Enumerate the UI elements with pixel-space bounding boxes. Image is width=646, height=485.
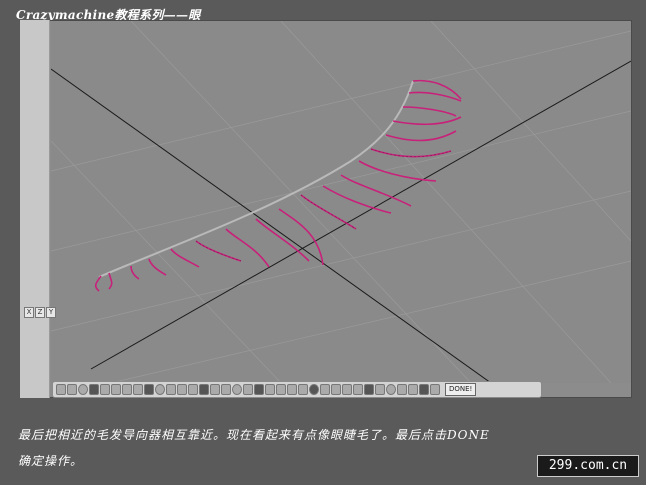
color-icon[interactable] — [353, 384, 363, 395]
caption-line-1: 最后把相近的毛发导向器相互靠近。现在看起来有点像眼睫毛了。最后点击DONE — [18, 428, 490, 442]
curve-tool-icon[interactable] — [67, 384, 77, 395]
3d-viewport[interactable] — [51, 21, 631, 383]
stack-icon[interactable] — [375, 384, 385, 395]
knot-icon[interactable] — [276, 384, 286, 395]
caption: 最后把相近的毛发导向器相互靠近。现在看起来有点像眼睫毛了。最后点击DONE 确定… — [18, 422, 618, 474]
axis-line — [51, 68, 492, 383]
lock-icon[interactable] — [364, 384, 374, 395]
hair-guide-spine[interactable] — [98, 80, 414, 278]
sphere-icon[interactable] — [309, 384, 319, 395]
smooth-icon[interactable] — [254, 384, 264, 395]
gear-icon[interactable] — [320, 384, 330, 395]
grab-icon[interactable] — [408, 384, 418, 395]
wave-icon[interactable] — [199, 384, 209, 395]
tool-palette: DONE! — [52, 381, 542, 398]
lasso-icon[interactable] — [111, 384, 121, 395]
settings-icon[interactable] — [342, 384, 352, 395]
ground-grid — [51, 21, 631, 383]
globe-icon[interactable] — [298, 384, 308, 395]
gear-icon[interactable] — [331, 384, 341, 395]
axis-x-button[interactable]: X — [24, 307, 34, 318]
site-watermark: 299.com.cn — [537, 455, 639, 477]
twist-icon[interactable] — [243, 384, 253, 395]
viewport-canvas[interactable] — [51, 21, 631, 383]
undo-icon[interactable] — [430, 384, 440, 395]
caption-line-2: 确定操作。 — [18, 454, 84, 468]
rotate-icon[interactable] — [155, 384, 165, 395]
world-axes — [51, 60, 631, 383]
stack-icon[interactable] — [386, 384, 396, 395]
loop-icon[interactable] — [287, 384, 297, 395]
grab-icon[interactable] — [419, 384, 429, 395]
circle-icon[interactable] — [122, 384, 132, 395]
wave-icon[interactable] — [221, 384, 231, 395]
bend-icon[interactable] — [133, 384, 143, 395]
comb-icon[interactable] — [210, 384, 220, 395]
cut-icon[interactable] — [265, 384, 275, 395]
arrow-icon[interactable] — [166, 384, 176, 395]
curve-tool-icon[interactable] — [56, 384, 66, 395]
eyelash-strands[interactable] — [94, 79, 462, 292]
axis-line — [90, 60, 631, 370]
axis-y-button[interactable]: Y — [46, 307, 56, 318]
done-button[interactable]: DONE! — [445, 383, 477, 396]
curve-tool-icon[interactable] — [78, 384, 88, 395]
brush-icon[interactable] — [177, 384, 187, 395]
curve-tool-icon[interactable] — [89, 384, 99, 395]
axis-z-button[interactable]: Z — [35, 307, 45, 318]
axis-view-widget[interactable]: X Z Y — [24, 307, 56, 318]
pin-icon[interactable] — [232, 384, 242, 395]
left-panel — [20, 20, 50, 398]
pen-icon[interactable] — [100, 384, 110, 395]
grid-icon[interactable] — [188, 384, 198, 395]
arrow-up-icon[interactable] — [397, 384, 407, 395]
comb-icon[interactable] — [144, 384, 154, 395]
